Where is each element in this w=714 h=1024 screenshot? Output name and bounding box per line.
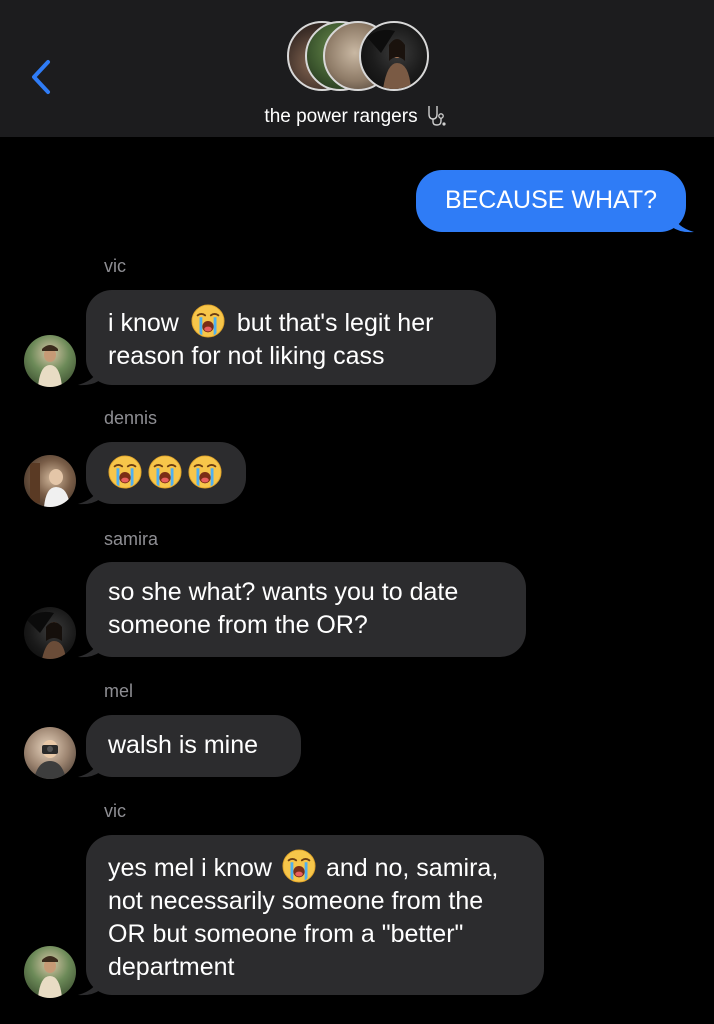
incoming-bubble-tail bbox=[78, 758, 100, 778]
incoming-bubble-tail bbox=[78, 976, 100, 996]
message-text: yes mel i know bbox=[108, 854, 272, 882]
conversation-header: the power rangers bbox=[0, 0, 714, 137]
sender-avatar-mel[interactable] bbox=[24, 727, 76, 779]
loudly-crying-face-icon bbox=[108, 455, 142, 489]
incoming-message-bubble[interactable] bbox=[86, 442, 246, 504]
person-avatar-icon bbox=[26, 611, 66, 659]
conversation-title: the power rangers bbox=[264, 106, 418, 127]
outgoing-bubble-tail bbox=[672, 213, 694, 233]
sender-name: vic bbox=[104, 256, 126, 276]
incoming-bubble-tail bbox=[78, 366, 100, 386]
sender-name: mel bbox=[104, 681, 134, 701]
message-text: i know bbox=[108, 309, 179, 337]
chevron-left-icon bbox=[32, 60, 50, 94]
person-avatar-icon bbox=[30, 463, 70, 507]
sender-avatar-dennis[interactable] bbox=[24, 455, 76, 507]
loudly-crying-face-icon bbox=[188, 455, 222, 489]
loudly-crying-face-icon bbox=[148, 455, 182, 489]
incoming-message-bubble[interactable]: walsh is mine bbox=[86, 715, 301, 777]
group-avatar-photo bbox=[359, 21, 429, 91]
incoming-bubble-tail bbox=[78, 638, 100, 658]
sender-avatar-samira[interactable] bbox=[24, 607, 76, 659]
outgoing-message-bubble[interactable]: BECAUSE WHAT? bbox=[416, 170, 686, 232]
loudly-crying-face-icon bbox=[282, 849, 316, 883]
person-avatar-icon bbox=[38, 956, 62, 998]
incoming-message-bubble[interactable]: i know but that's legit her reason for no… bbox=[86, 290, 496, 385]
back-button[interactable] bbox=[26, 54, 66, 100]
incoming-message-bubble[interactable]: yes mel i know and no, samira, not necess… bbox=[86, 835, 544, 995]
group-avatars[interactable] bbox=[287, 21, 429, 95]
message-text: walsh is mine bbox=[108, 731, 259, 759]
sender-avatar-vic[interactable] bbox=[24, 946, 76, 998]
sender-name: dennis bbox=[104, 408, 158, 428]
person-silhouette-icon bbox=[367, 29, 411, 89]
conversation-title-row[interactable]: the power rangers bbox=[0, 103, 714, 128]
person-avatar-icon bbox=[34, 740, 66, 779]
loudly-crying-face-icon bbox=[191, 304, 225, 338]
message-text: so she what? wants you to date someone f… bbox=[108, 578, 459, 639]
incoming-bubble-tail bbox=[78, 485, 100, 505]
stethoscope-icon bbox=[427, 106, 446, 126]
message-text: BECAUSE WHAT? bbox=[444, 186, 658, 214]
sender-name: samira bbox=[104, 529, 159, 549]
person-avatar-icon bbox=[38, 345, 62, 387]
sender-avatar-vic[interactable] bbox=[24, 335, 76, 387]
incoming-message-bubble[interactable]: so she what? wants you to date someone f… bbox=[86, 562, 526, 657]
sender-name: vic bbox=[104, 801, 126, 821]
